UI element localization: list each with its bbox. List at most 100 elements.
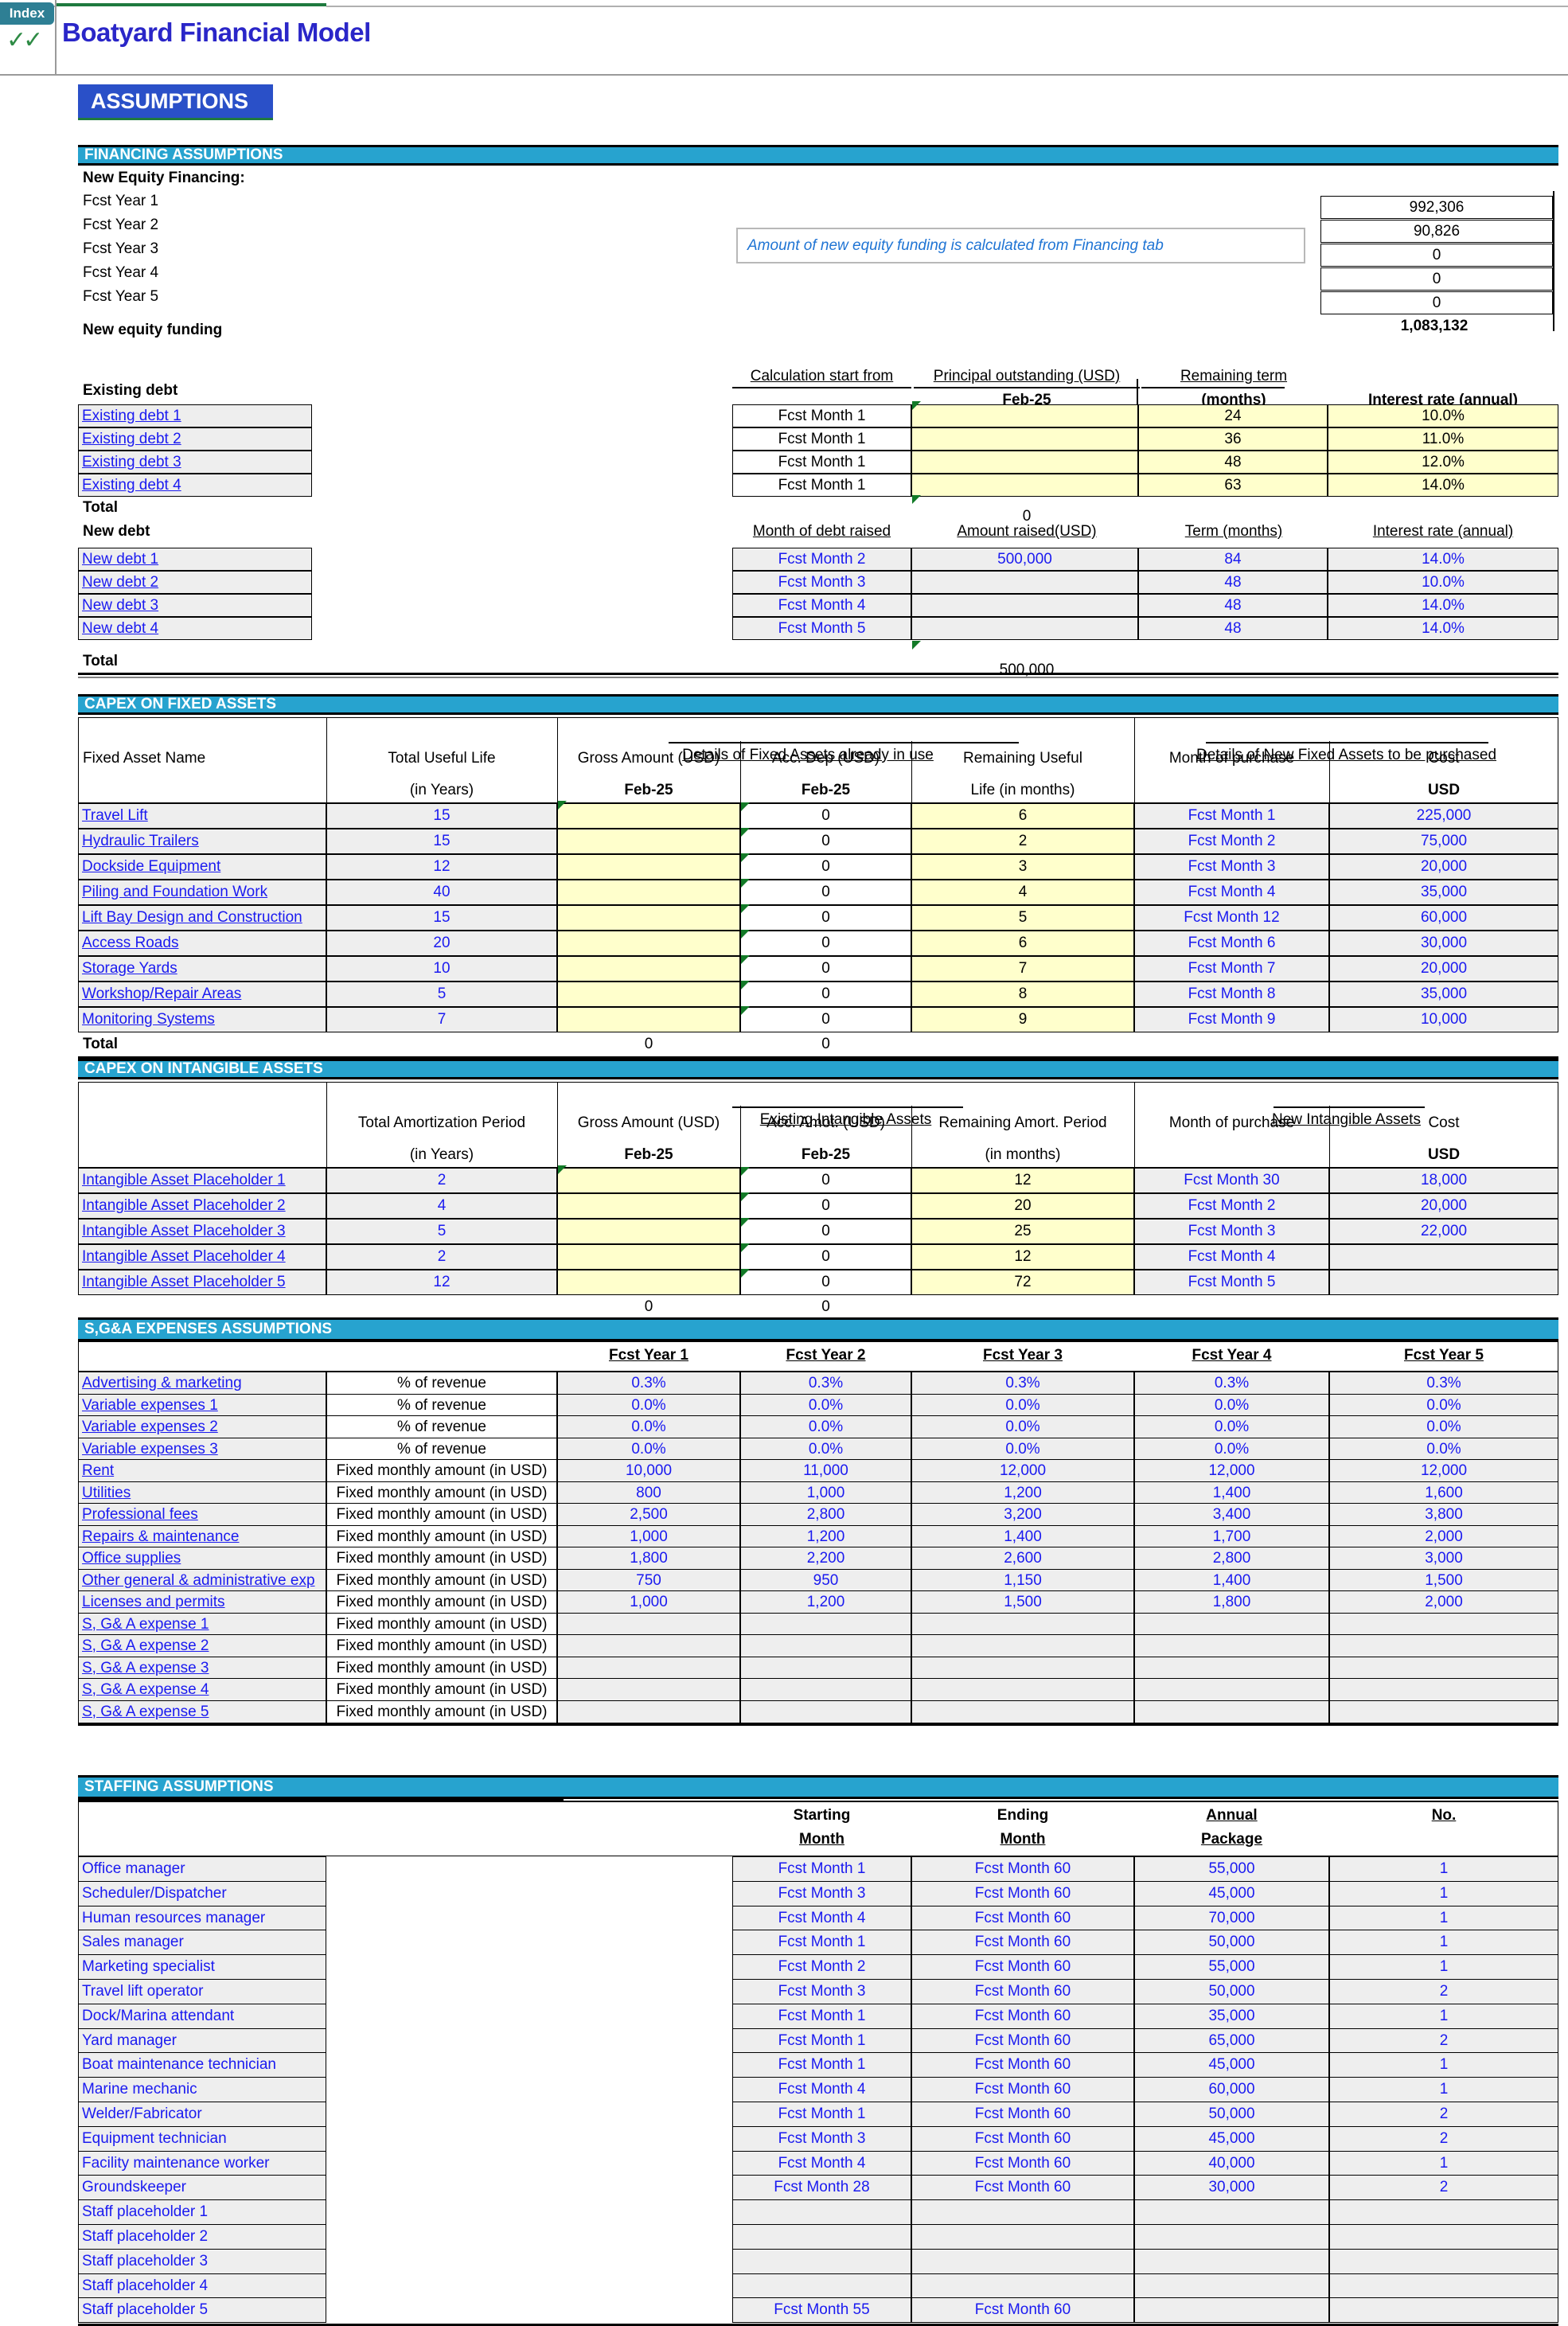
sga-value-r15-c3[interactable] [911,1678,1134,1701]
equity-value-1[interactable]: 992,306 [1320,196,1553,219]
staff-role-name-7[interactable]: Dock/Marina attendant [78,2004,326,2029]
fixed-asset-accdep-2[interactable]: 0 [740,829,911,854]
sga-row-name-4[interactable]: Variable expenses 3 [78,1438,326,1461]
sga-value-r6-c4[interactable]: 1,400 [1134,1481,1329,1504]
staff-start-6[interactable]: Fcst Month 3 [732,1979,911,2004]
sga-value-r7-c3[interactable]: 3,200 [911,1503,1134,1526]
staff-no-5[interactable]: 1 [1329,1954,1558,1980]
fixed-asset-life-1[interactable]: 15 [326,803,557,829]
fixed-asset-gross-6[interactable] [557,931,740,956]
new-debt-name-2[interactable]: New debt 2 [78,571,312,594]
staff-end-8[interactable]: Fcst Month 60 [911,2028,1134,2054]
staff-role-name-8[interactable]: Yard manager [78,2028,326,2054]
staff-start-18[interactable] [732,2273,911,2299]
sga-row-name-15[interactable]: S, G& A expense 4 [78,1678,326,1701]
staff-package-11[interactable]: 50,000 [1134,2102,1329,2127]
fixed-asset-name-6[interactable]: Access Roads [78,931,326,956]
staff-start-4[interactable]: Fcst Month 1 [732,1930,911,1955]
fixed-asset-gross-3[interactable] [557,854,740,880]
sga-value-r6-c2[interactable]: 1,000 [740,1481,911,1504]
sga-value-r15-c4[interactable] [1134,1678,1329,1701]
staff-end-7[interactable]: Fcst Month 60 [911,2004,1134,2029]
sga-value-r14-c3[interactable] [911,1657,1134,1680]
sga-row-name-10[interactable]: Other general & administrative exp [78,1569,326,1592]
fixed-asset-cost-1[interactable]: 225,000 [1329,803,1558,829]
staff-package-2[interactable]: 45,000 [1134,1881,1329,1906]
sga-value-r8-c4[interactable]: 1,700 [1134,1525,1329,1548]
sga-value-r6-c3[interactable]: 1,200 [911,1481,1134,1504]
sga-value-r4-c4[interactable]: 0.0% [1134,1438,1329,1461]
sga-value-r12-c3[interactable] [911,1613,1134,1636]
sga-value-r10-c3[interactable]: 1,150 [911,1569,1134,1592]
new-debt-amount-1[interactable]: 500,000 [911,548,1138,571]
staff-start-15[interactable] [732,2199,911,2225]
staff-start-19[interactable]: Fcst Month 55 [732,2297,911,2323]
staff-no-2[interactable]: 1 [1329,1881,1558,1906]
staff-role-name-19[interactable]: Staff placeholder 5 [78,2297,326,2323]
fixed-asset-life-9[interactable]: 7 [326,1007,557,1032]
new-debt-month-4[interactable]: Fcst Month 5 [732,617,911,640]
sga-value-r7-c2[interactable]: 2,800 [740,1503,911,1526]
sga-value-r3-c1[interactable]: 0.0% [557,1415,740,1438]
existing-debt-principal-4[interactable] [911,474,1138,497]
sga-row-name-11[interactable]: Licenses and permits [78,1590,326,1614]
staff-no-16[interactable] [1329,2224,1558,2250]
sga-value-r16-c1[interactable] [557,1700,740,1723]
sga-value-r3-c4[interactable]: 0.0% [1134,1415,1329,1438]
staff-role-name-4[interactable]: Sales manager [78,1930,326,1955]
existing-debt-term-1[interactable]: 24 [1138,404,1328,427]
new-debt-term-2[interactable]: 48 [1138,571,1328,594]
staff-start-8[interactable]: Fcst Month 1 [732,2028,911,2054]
sga-value-r11-c3[interactable]: 1,500 [911,1590,1134,1614]
existing-debt-term-2[interactable]: 36 [1138,427,1328,451]
staff-role-name-3[interactable]: Human resources manager [78,1906,326,1931]
sga-value-r5-c4[interactable]: 12,000 [1134,1459,1329,1482]
staff-role-name-1[interactable]: Office manager [78,1856,326,1882]
sga-value-r11-c1[interactable]: 1,000 [557,1590,740,1614]
staff-package-10[interactable]: 60,000 [1134,2077,1329,2102]
new-debt-term-1[interactable]: 84 [1138,548,1328,571]
existing-debt-rate-4[interactable]: 14.0% [1328,474,1558,497]
intangible-gross-5[interactable] [557,1270,740,1295]
sga-value-r16-c5[interactable] [1329,1700,1558,1723]
sga-value-r2-c2[interactable]: 0.0% [740,1394,911,1417]
sga-value-r13-c2[interactable] [740,1634,911,1657]
staff-package-19[interactable] [1134,2297,1329,2323]
new-debt-rate-3[interactable]: 14.0% [1328,594,1558,617]
fixed-asset-life-3[interactable]: 12 [326,854,557,880]
fixed-asset-month-3[interactable]: Fcst Month 3 [1134,854,1329,880]
staff-no-14[interactable]: 2 [1329,2175,1558,2200]
sga-value-r16-c3[interactable] [911,1700,1134,1723]
intangible-gross-3[interactable] [557,1219,740,1244]
sga-value-r14-c1[interactable] [557,1657,740,1680]
sga-value-r1-c2[interactable]: 0.3% [740,1372,911,1395]
staff-end-15[interactable] [911,2199,1134,2225]
existing-debt-name-2[interactable]: Existing debt 2 [78,427,312,451]
intangible-cost-5[interactable] [1329,1270,1558,1295]
staff-role-name-14[interactable]: Groundskeeper [78,2175,326,2200]
sga-value-r9-c3[interactable]: 2,600 [911,1547,1134,1570]
sga-value-r2-c4[interactable]: 0.0% [1134,1394,1329,1417]
intangible-cost-1[interactable]: 18,000 [1329,1168,1558,1193]
fixed-asset-name-4[interactable]: Piling and Foundation Work [78,880,326,905]
intangible-cost-3[interactable]: 22,000 [1329,1219,1558,1244]
staff-role-name-11[interactable]: Welder/Fabricator [78,2102,326,2127]
fixed-asset-remaining-8[interactable]: 8 [911,982,1134,1007]
fixed-asset-cost-5[interactable]: 60,000 [1329,905,1558,931]
staff-role-name-18[interactable]: Staff placeholder 4 [78,2273,326,2299]
new-debt-term-3[interactable]: 48 [1138,594,1328,617]
intangible-accamot-5[interactable]: 0 [740,1270,911,1295]
fixed-asset-gross-2[interactable] [557,829,740,854]
sga-value-r1-c5[interactable]: 0.3% [1329,1372,1558,1395]
fixed-asset-remaining-7[interactable]: 7 [911,956,1134,982]
existing-debt-name-1[interactable]: Existing debt 1 [78,404,312,427]
fixed-asset-name-7[interactable]: Storage Yards [78,956,326,982]
sga-value-r3-c2[interactable]: 0.0% [740,1415,911,1438]
sga-value-r6-c1[interactable]: 800 [557,1481,740,1504]
fixed-asset-accdep-8[interactable]: 0 [740,982,911,1007]
staff-role-name-12[interactable]: Equipment technician [78,2126,326,2152]
staff-role-name-6[interactable]: Travel lift operator [78,1979,326,2004]
intangible-period-2[interactable]: 4 [326,1193,557,1219]
staff-role-name-2[interactable]: Scheduler/Dispatcher [78,1881,326,1906]
staff-package-3[interactable]: 70,000 [1134,1906,1329,1931]
